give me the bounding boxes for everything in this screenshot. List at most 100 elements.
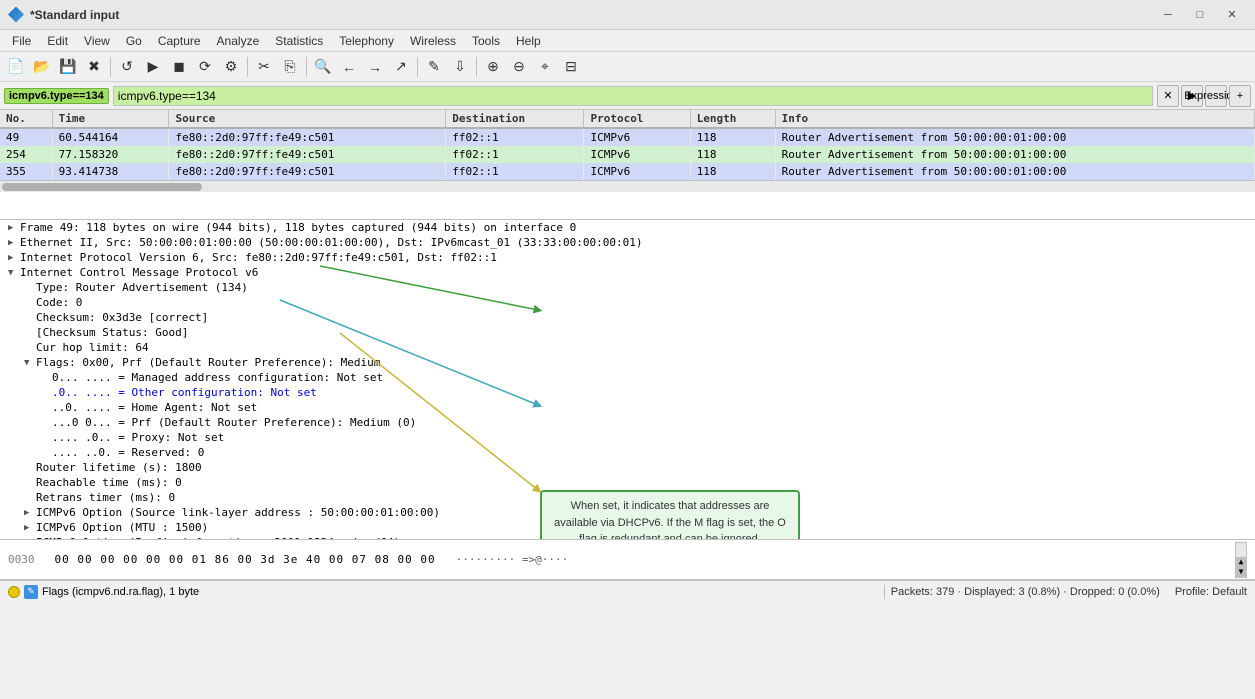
detail-row[interactable]: ▶Frame 49: 118 bytes on wire (944 bits),… [0,220,1255,235]
table-row[interactable]: 35593.414738fe80::2d0:97ff:fe49:c501ff02… [0,163,1255,180]
detail-row[interactable]: 0... .... = Managed address configuratio… [0,370,1255,385]
add-filter-button[interactable]: + [1229,85,1251,107]
detail-text: Reachable time (ms): 0 [36,476,182,489]
col-length: Length [690,110,775,128]
detail-text: Code: 0 [36,296,82,309]
reload-btn[interactable]: ↺ [115,55,139,79]
resize-btn[interactable]: ⊟ [559,55,583,79]
normal-size-btn[interactable]: ⌖ [533,55,557,79]
minimize-button[interactable]: ─ [1153,5,1183,25]
cell-r0-c6: Router Advertisement from 50:00:00:01:00… [775,128,1254,146]
zoom-in-btn[interactable]: ⊕ [481,55,505,79]
open-file-btn[interactable]: 📂 [30,55,54,79]
menu-item-tools[interactable]: Tools [464,32,508,50]
app-icon [8,7,24,23]
auto-scroll-btn[interactable]: ⇩ [448,55,472,79]
menu-item-view[interactable]: View [76,32,118,50]
menu-item-telephony[interactable]: Telephony [331,32,402,50]
detail-row[interactable]: [Checksum Status: Good] [0,325,1255,340]
detail-row[interactable]: Code: 0 [0,295,1255,310]
hex-ascii: ········· =>@···· [456,553,569,566]
detail-text: ICMPv6 Option (MTU : 1500) [36,521,208,534]
cell-r1-c1: 77.158320 [52,146,169,163]
detail-row[interactable]: Cur hop limit: 64 [0,340,1255,355]
detail-text: Internet Control Message Protocol v6 [20,266,258,279]
sv-dn-btn[interactable]: ▼ [1236,567,1246,577]
menu-item-analyze[interactable]: Analyze [209,32,268,50]
toolbar-separator [247,57,248,77]
table-row[interactable]: 4960.544164fe80::2d0:97ff:fe49:c501ff02:… [0,128,1255,146]
detail-row[interactable]: Type: Router Advertisement (134) [0,280,1255,295]
new-file-btn[interactable]: 📄 [4,55,28,79]
detail-row[interactable]: ▶Internet Protocol Version 6, Src: fe80:… [0,250,1255,265]
goto-btn[interactable]: ↗ [389,55,413,79]
status-indicator [8,586,20,598]
detail-text: ...0 0... = Prf (Default Router Preferen… [52,416,416,429]
find-btn[interactable]: 🔍 [311,55,335,79]
detail-row[interactable]: ..0. .... = Home Agent: Not set [0,400,1255,415]
back-btn[interactable]: ← [337,55,361,79]
capture-restart-btn[interactable]: ⟳ [193,55,217,79]
detail-row[interactable]: ▶Ethernet II, Src: 50:00:00:01:00:00 (50… [0,235,1255,250]
window-title: *Standard input [30,8,1153,22]
menu-item-go[interactable]: Go [118,32,150,50]
detail-text: Internet Protocol Version 6, Src: fe80::… [20,251,497,264]
sv-up-btn[interactable]: ▲ [1236,557,1246,567]
detail-row[interactable]: Reachable time (ms): 0 [0,475,1255,490]
status-right: Packets: 379 · Displayed: 3 (0.8%) · Dro… [891,586,1247,598]
capture-start-btn[interactable]: ▶ [141,55,165,79]
save-btn[interactable]: 💾 [56,55,80,79]
packet-detail[interactable]: ▶Frame 49: 118 bytes on wire (944 bits),… [0,220,1255,540]
close-button[interactable]: ✕ [1217,5,1247,25]
capture-stop-btn[interactable]: ◼ [167,55,191,79]
detail-row[interactable]: Router lifetime (s): 1800 [0,460,1255,475]
menu-item-edit[interactable]: Edit [39,32,76,50]
cut-btn[interactable]: ✂ [252,55,276,79]
cell-r0-c0: 49 [0,128,52,146]
hex-vscrollbar[interactable]: ▲ ▼ [1235,542,1247,578]
menu-item-capture[interactable]: Capture [150,32,209,50]
detail-text: ICMPv6 Option (Source link-layer address… [36,506,440,519]
packet-list[interactable]: No.TimeSourceDestinationProtocolLengthIn… [0,110,1255,220]
detail-text: Type: Router Advertisement (134) [36,281,248,294]
detail-row[interactable]: ▼Internet Control Message Protocol v6 [0,265,1255,280]
detail-row[interactable]: ▼Flags: 0x00, Prf (Default Router Prefer… [0,355,1255,370]
cell-r2-c1: 93.414738 [52,163,169,180]
hscrollbar-thumb[interactable] [2,183,202,191]
detail-row[interactable]: .... .0.. = Proxy: Not set [0,430,1255,445]
detail-row[interactable]: .... ..0. = Reserved: 0 [0,445,1255,460]
menu-item-file[interactable]: File [4,32,39,50]
detail-text: .... .0.. = Proxy: Not set [52,431,224,444]
expression-button[interactable]: Expression... [1205,85,1227,107]
detail-text: Cur hop limit: 64 [36,341,149,354]
filter-input[interactable] [113,86,1153,106]
copy-btn[interactable]: ⎘ [278,55,302,79]
fwd-btn[interactable]: → [363,55,387,79]
close-btn[interactable]: ✖ [82,55,106,79]
hex-offset: 0030 [8,553,35,566]
cell-r2-c5: 118 [690,163,775,180]
menu-item-wireless[interactable]: Wireless [402,32,464,50]
detail-text: Checksum: 0x3d3e [correct] [36,311,208,324]
cell-r1-c6: Router Advertisement from 50:00:00:01:00… [775,146,1254,163]
zoom-out-btn[interactable]: ⊖ [507,55,531,79]
menu-item-help[interactable]: Help [508,32,549,50]
cell-r1-c3: ff02::1 [446,146,584,163]
menu-item-statistics[interactable]: Statistics [267,32,331,50]
title-bar: *Standard input ─ □ ✕ [0,0,1255,30]
detail-row[interactable]: Checksum: 0x3d3e [correct] [0,310,1255,325]
detail-row[interactable]: .0.. .... = Other configuration: Not set [0,385,1255,400]
packet-list-hscrollbar[interactable] [0,180,1255,192]
filter-buttons: ✕ ▶ Expression... + [1157,85,1251,107]
filter-clear-button[interactable]: ✕ [1157,85,1179,107]
annotation-green: When set, it indicates that addresses ar… [540,490,800,540]
toolbar-separator [306,57,307,77]
detail-row[interactable]: ...0 0... = Prf (Default Router Preferen… [0,415,1255,430]
table-row[interactable]: 25477.158320fe80::2d0:97ff:fe49:c501ff02… [0,146,1255,163]
capture-options-btn[interactable]: ⚙ [219,55,243,79]
cell-r1-c4: ICMPv6 [584,146,690,163]
packet-table-body[interactable]: 4960.544164fe80::2d0:97ff:fe49:c501ff02:… [0,128,1255,180]
cell-r1-c5: 118 [690,146,775,163]
color-btn[interactable]: ✎ [422,55,446,79]
maximize-button[interactable]: □ [1185,5,1215,25]
